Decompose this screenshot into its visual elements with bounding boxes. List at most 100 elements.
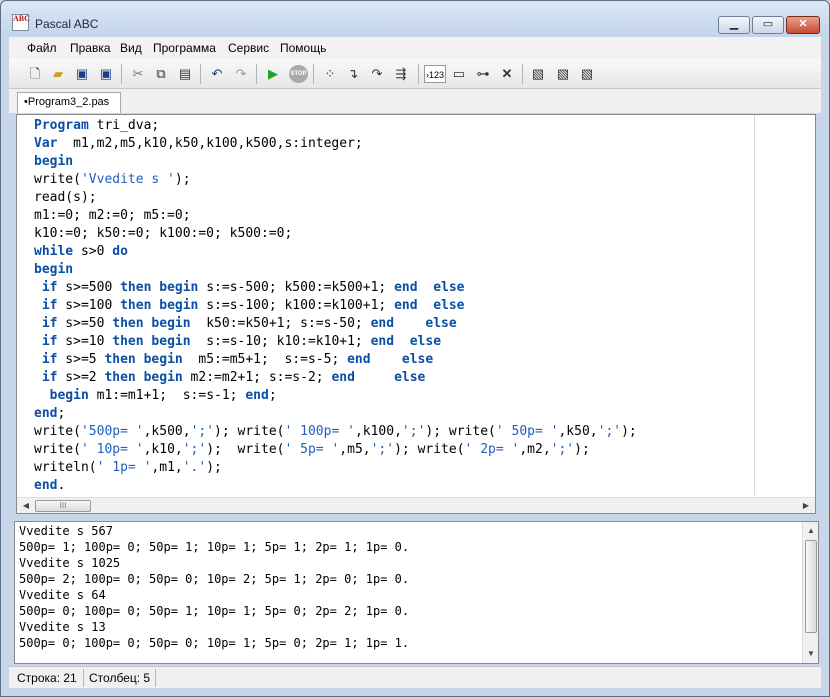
code-line[interactable]: Var m1,m2,m5,k10,k50,k100,k500,s:integer… <box>34 135 637 153</box>
code-token: ); write( <box>214 424 285 439</box>
code-editor[interactable]: Program tri_dva; Var m1,m2,m5,k10,k50,k10… <box>16 114 816 514</box>
code-line[interactable]: write(' 10p= ',k10,';'); write(' 5p= ',m… <box>34 441 637 459</box>
scroll-thumb[interactable]: III <box>35 500 91 512</box>
minimize-button[interactable]: ▁ <box>718 16 750 34</box>
menu-file[interactable]: Файл <box>27 41 57 55</box>
keyword-token: else <box>425 316 457 331</box>
step-over-icon[interactable]: ↷ <box>368 65 386 83</box>
save-all-icon[interactable]: ▣ <box>97 65 115 83</box>
title-bar[interactable]: ABC Pascal ABC ▁ ▭ ✕ <box>1 1 829 37</box>
code-line[interactable]: read(s); <box>34 189 637 207</box>
code-line[interactable]: while s>0 do <box>34 243 637 261</box>
code-line[interactable]: write('500p= ',k500,';'); write(' 100p= … <box>34 423 637 441</box>
keyword-token: then begin <box>112 316 191 331</box>
code-line[interactable]: if s>=50 then begin k50:=k50+1; s:=s-50;… <box>34 315 637 333</box>
code-token: k50:=k50+1; s:=s-50; <box>190 316 371 331</box>
new-file-icon[interactable]: 🗋 <box>26 65 44 83</box>
keyword-token: if <box>41 298 58 313</box>
keyword-token: then begin <box>120 280 199 295</box>
watch-icon[interactable]: ⊶ <box>474 65 492 83</box>
keyword-token: begin <box>34 262 74 277</box>
insert-number-icon[interactable]: ›123 <box>424 65 446 83</box>
tab-program3-2[interactable]: •Program3_2.pas <box>17 92 121 113</box>
vertical-scrollbar[interactable]: ▲ ▼ <box>802 522 818 663</box>
code-token: m1,m2,m5,k10,k50,k100,k500,s:integer; <box>57 136 363 151</box>
menu-service[interactable]: Сервис <box>228 41 269 55</box>
code-token: write( <box>34 172 81 187</box>
horizontal-scrollbar[interactable]: ◀ III ▶ <box>17 497 815 513</box>
code-text[interactable]: Program tri_dva; Var m1,m2,m5,k10,k50,k10… <box>34 117 637 495</box>
maximize-button[interactable]: ▭ <box>752 16 784 34</box>
code-line[interactable]: k10:=0; k50:=0; k100:=0; k500:=0; <box>34 225 637 243</box>
format-right-icon[interactable]: ▧ <box>578 65 596 83</box>
code-token: s>=50 <box>57 316 113 331</box>
code-line[interactable]: begin <box>34 153 637 171</box>
step-into-icon[interactable]: ↴ <box>344 65 362 83</box>
string-token: '.' <box>182 460 207 475</box>
save-icon[interactable]: ▣ <box>73 65 91 83</box>
scroll-up-icon[interactable]: ▲ <box>804 524 818 538</box>
code-line[interactable]: begin m1:=m1+1; s:=s-1; end; <box>34 387 637 405</box>
redo-icon[interactable]: ↷ <box>232 65 250 83</box>
format-center-icon[interactable]: ▧ <box>554 65 572 83</box>
app-window: ABC Pascal ABC ▁ ▭ ✕ Файл Правка Вид Про… <box>0 0 830 697</box>
code-token: s:=s-100; k100:=k100+1; <box>198 298 395 313</box>
keyword-token: then begin <box>112 334 191 349</box>
format-left-icon[interactable]: ▧ <box>529 65 547 83</box>
menu-help[interactable]: Помощь <box>280 41 326 55</box>
panel-splitter[interactable] <box>9 514 821 521</box>
close-button[interactable]: ✕ <box>786 16 820 34</box>
goto-icon[interactable]: ⇶ <box>392 65 410 83</box>
run-icon[interactable]: ▶ <box>264 65 282 83</box>
toolbar-separator <box>313 64 314 84</box>
code-line[interactable]: if s>=2 then begin m2:=m2+1; s:=s-2; end… <box>34 369 637 387</box>
toolbar-separator <box>418 64 419 84</box>
delete-icon[interactable]: ✕ <box>498 65 516 83</box>
scroll-right-icon[interactable]: ▶ <box>799 500 813 512</box>
code-line[interactable]: if s>=500 then begin s:=s-500; k500:=k50… <box>34 279 637 297</box>
code-line[interactable]: end; <box>34 405 637 423</box>
menu-edit[interactable]: Правка <box>70 41 111 55</box>
code-line[interactable]: write('Vvedite s '); <box>34 171 637 189</box>
copy-icon[interactable]: ⧉ <box>152 65 170 83</box>
code-line[interactable]: begin <box>34 261 637 279</box>
code-line[interactable]: Program tri_dva; <box>34 117 637 135</box>
scroll-down-icon[interactable]: ▼ <box>804 647 818 661</box>
keyword-token: else <box>409 334 442 349</box>
app-icon[interactable]: ABC <box>12 14 30 31</box>
output-panel[interactable]: Vvedite s 567 500p= 1; 100p= 0; 50p= 1; 1… <box>14 521 819 664</box>
window-icon[interactable]: ▭ <box>450 65 468 83</box>
code-token: k10:=0; k50:=0; k100:=0; k500:=0; <box>34 226 293 241</box>
step-icon[interactable]: ⁘ <box>321 65 339 83</box>
code-line[interactable]: m1:=0; m2:=0; m5:=0; <box>34 207 637 225</box>
code-line[interactable]: if s>=100 then begin s:=s-100; k100:=k10… <box>34 297 637 315</box>
keyword-token: begin <box>49 388 89 403</box>
paste-icon[interactable]: ▤ <box>176 65 194 83</box>
code-line[interactable]: if s>=5 then begin m5:=m5+1; s:=s-5; end… <box>34 351 637 369</box>
menu-view[interactable]: Вид <box>120 41 142 55</box>
menu-program[interactable]: Программа <box>153 41 216 55</box>
scroll-thumb[interactable] <box>805 540 817 633</box>
toolbar-separator <box>200 64 201 84</box>
stop-icon[interactable]: STOP <box>289 65 308 83</box>
keyword-token: end <box>370 316 395 331</box>
keyword-token: else <box>394 370 426 385</box>
code-token: ,k50, <box>558 424 598 439</box>
open-file-icon[interactable]: ▰ <box>49 65 67 83</box>
code-token: s>=10 <box>57 334 113 349</box>
scroll-left-icon[interactable]: ◀ <box>19 500 33 512</box>
undo-icon[interactable]: ↶ <box>208 65 226 83</box>
code-line[interactable]: writeln(' 1p= ',m1,'.'); <box>34 459 637 477</box>
output-line: 500p= 2; 100p= 0; 50p= 0; 10p= 2; 5p= 1;… <box>19 572 410 586</box>
keyword-token: else <box>401 352 434 367</box>
code-line[interactable]: end. <box>34 477 637 495</box>
cut-icon[interactable]: ✂ <box>129 65 147 83</box>
output-line: 500p= 1; 100p= 0; 50p= 1; 10p= 1; 5p= 1;… <box>19 540 410 554</box>
code-token: ; <box>268 388 277 403</box>
code-line[interactable]: if s>=10 then begin s:=s-10; k10:=k10+1;… <box>34 333 637 351</box>
string-token: ';' <box>190 424 215 439</box>
output-line: Vvedite s 64 <box>19 588 106 602</box>
